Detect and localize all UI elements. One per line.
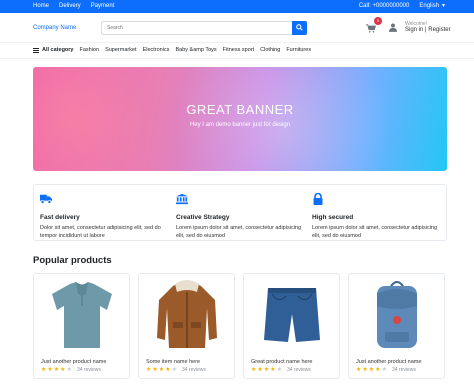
lock-icon [313, 192, 323, 205]
category-furnitures[interactable]: Furnitures [286, 47, 311, 53]
topbar-link-home[interactable]: Home [33, 3, 49, 9]
product-name[interactable]: Just another product name [356, 359, 421, 365]
category-baby-toys[interactable]: Baby &amp Toys [175, 47, 216, 53]
site-header: Company Name 0 Welcome! Sign in | Regist… [0, 13, 474, 43]
feature-text: Dolor sit amet, consectetur adipisicing … [40, 225, 161, 239]
star-icon: ★ [375, 367, 381, 373]
star-icon: ★ [276, 367, 282, 373]
category-fitness-sport[interactable]: Fitness sport [223, 47, 254, 53]
feature-high-secured: High secured Lorem ipsum dolor sit amet,… [312, 192, 438, 240]
search-button[interactable] [292, 21, 307, 35]
star-icon: ★ [41, 367, 47, 373]
auth-separator: | [425, 27, 427, 33]
star-icon: ★ [362, 367, 368, 373]
star-icon: ★ [257, 367, 263, 373]
banner-decoration [163, 67, 403, 171]
cart-count-badge: 0 [374, 17, 382, 25]
category-electronics[interactable]: Electronics [143, 47, 170, 53]
category-supermarket[interactable]: Supermarket [105, 47, 137, 53]
product-card[interactable]: Some item name here ★ ★ ★ ★ ★ 34 reviews [138, 273, 235, 379]
top-bar-links: Home Delivery Payment [33, 3, 114, 9]
cart-icon [366, 24, 376, 33]
star-icon: ★ [165, 367, 171, 373]
product-name[interactable]: Some item name here [146, 359, 200, 365]
star-icon: ★ [146, 367, 152, 373]
all-category-label: All category [42, 47, 74, 53]
star-icon: ★ [368, 367, 375, 373]
feature-title: Creative Strategy [176, 214, 230, 221]
star-icon: ★ [356, 367, 362, 373]
star-icon: ★ [263, 367, 270, 373]
banner-title: GREAT BANNER [186, 102, 294, 117]
category-nav: All category Fashion Supermarket Electro… [0, 43, 474, 59]
auth-links: Sign in | Register [405, 27, 451, 33]
star-icon: ★ [270, 367, 276, 373]
product-name[interactable]: Just another product name [41, 359, 106, 365]
search-input[interactable] [102, 22, 292, 34]
hero-banner[interactable]: GREAT BANNER Hey I am demo banner just f… [33, 67, 447, 171]
product-card[interactable]: Just another product name ★ ★ ★ ★ ★ 34 revie… [348, 273, 445, 379]
star-icon: ★ [47, 367, 53, 373]
product-rating: ★ ★ ★ ★ ★ 34 reviews [251, 367, 311, 373]
star-icon: ★ [53, 367, 60, 373]
product-image-backpack [377, 281, 417, 348]
review-count: 34 reviews [181, 367, 206, 373]
truck-icon [40, 194, 52, 204]
search-icon [296, 24, 303, 31]
category-fashion[interactable]: Fashion [79, 47, 99, 53]
section-title-popular: Popular products [33, 255, 112, 266]
top-bar-right: Call: +0000000000 English ▼ [359, 3, 446, 9]
feature-title: High secured [312, 214, 354, 221]
review-count: 34 reviews [286, 367, 311, 373]
category-items: All category Fashion Supermarket Electro… [33, 47, 311, 53]
star-icon: ★ [60, 367, 66, 373]
product-image-jacket [157, 280, 217, 348]
feature-fast-delivery: Fast delivery Dolor sit amet, consectetu… [40, 192, 166, 240]
company-logo[interactable]: Company Name [33, 25, 76, 31]
topbar-link-payment[interactable]: Payment [91, 3, 115, 9]
star-icon: ★ [171, 367, 177, 373]
feature-text: Lorem ipsum dolor sit amet, consectetur … [176, 225, 302, 239]
register-link[interactable]: Register [428, 27, 450, 33]
top-bar: Home Delivery Payment Call: +0000000000 … [0, 0, 474, 13]
banner-decoration [33, 67, 153, 171]
feature-creative-strategy: Creative Strategy Lorem ipsum dolor sit … [176, 192, 302, 240]
menu-icon [33, 47, 39, 53]
feature-title: Fast delivery [40, 214, 80, 221]
review-count: 34 reviews [76, 367, 101, 373]
product-image-polo-shirt [52, 282, 112, 348]
review-count: 34 reviews [391, 367, 416, 373]
star-icon: ★ [158, 367, 165, 373]
features-box: Fast delivery Dolor sit amet, consectetu… [33, 184, 447, 241]
bank-icon [176, 193, 188, 205]
search-bar [101, 21, 307, 35]
product-card[interactable]: Just another product name ★ ★ ★ ★ ★ 34 revie… [33, 273, 130, 379]
language-selector[interactable]: English ▼ [419, 3, 446, 9]
all-category-button[interactable]: All category [33, 47, 73, 53]
topbar-link-delivery[interactable]: Delivery [59, 3, 81, 9]
call-link[interactable]: Call: +0000000000 [359, 3, 410, 9]
user-icon [389, 23, 397, 32]
category-clothing[interactable]: Clothing [260, 47, 280, 53]
product-rating: ★ ★ ★ ★ ★ 34 reviews [356, 367, 416, 373]
product-rating: ★ ★ ★ ★ ★ 34 reviews [146, 367, 206, 373]
product-image-jeans-shorts [264, 288, 320, 342]
signin-link[interactable]: Sign in [405, 27, 423, 33]
star-icon: ★ [66, 367, 72, 373]
language-label: English [419, 3, 440, 9]
feature-text: Lorem ipsum dolor sit amet, consectetur … [312, 225, 438, 239]
product-card[interactable]: Great product name here ★ ★ ★ ★ ★ 34 reviews [243, 273, 340, 379]
star-icon: ★ [251, 367, 257, 373]
product-rating: ★ ★ ★ ★ ★ 34 reviews [41, 367, 101, 373]
product-name[interactable]: Great product name here [251, 359, 312, 365]
chevron-down-icon: ▼ [441, 3, 446, 9]
star-icon: ★ [381, 367, 387, 373]
cart-button[interactable]: 0 [364, 17, 382, 35]
banner-subtitle: Hey I am demo banner just for design [189, 122, 291, 128]
star-icon: ★ [152, 367, 158, 373]
